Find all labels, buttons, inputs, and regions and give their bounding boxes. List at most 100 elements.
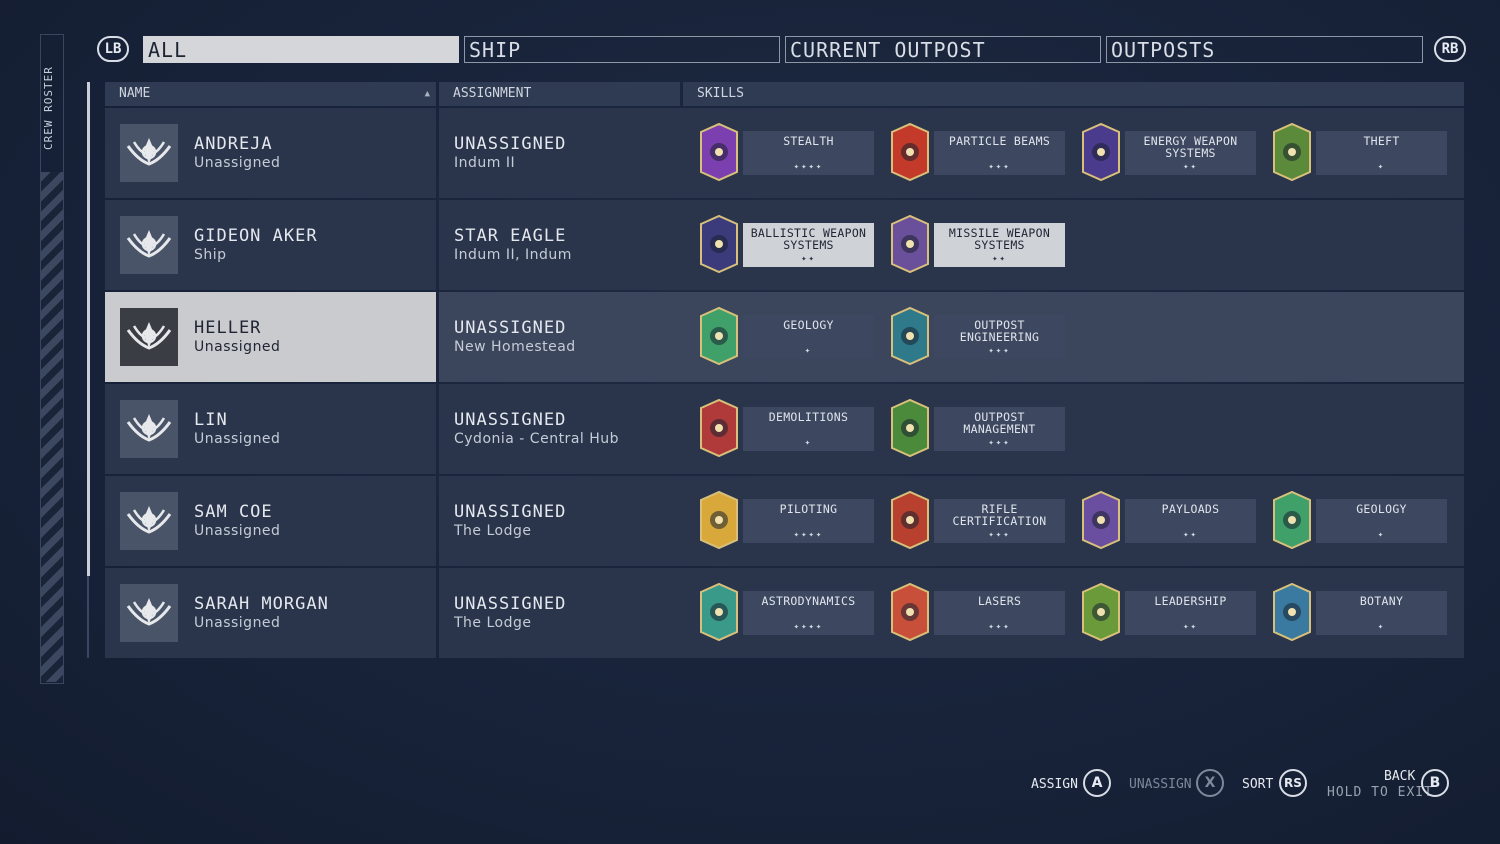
crew-name-cell[interactable]: HELLER Unassigned: [105, 292, 436, 382]
assignment-location: Indum II, Indum: [454, 247, 572, 263]
skill-card[interactable]: LASERS ✦✦✦: [888, 582, 1065, 644]
beam-burst-icon: [888, 122, 932, 182]
crew-assignment-cell[interactable]: UNASSIGNED Cydonia - Central Hub: [439, 384, 680, 474]
tab-outposts[interactable]: OUTPOSTS: [1106, 36, 1423, 63]
skill-card[interactable]: MISSILE WEAPON SYSTEMS ✦✦: [888, 214, 1065, 276]
crew-name-cell[interactable]: SARAH MORGAN Unassigned: [105, 568, 436, 658]
skill-rank-stars: ✦✦✦✦: [793, 162, 824, 172]
skill-card[interactable]: BOTANY ✦: [1270, 582, 1447, 644]
skill-label-box: MISSILE WEAPON SYSTEMS ✦✦: [934, 223, 1065, 267]
ballistic-ship-icon: [697, 214, 741, 274]
crossed-rifles-icon: [888, 490, 932, 550]
tab-ship[interactable]: SHIP: [464, 36, 780, 63]
crew-name-cell[interactable]: ANDREJA Unassigned: [105, 108, 436, 198]
scrollbar-thumb[interactable]: [87, 82, 90, 576]
crew-emblem-icon: [120, 584, 178, 642]
skill-card[interactable]: RIFLE CERTIFICATION ✦✦✦: [888, 490, 1065, 552]
crew-assignment-cell[interactable]: UNASSIGNED Indum II: [439, 108, 680, 198]
missile-planet-icon: [888, 214, 932, 274]
skill-card[interactable]: GEOLOGY ✦: [1270, 490, 1447, 552]
skill-label-box: ENERGY WEAPON SYSTEMS ✦✦: [1125, 131, 1256, 175]
skill-name: PILOTING: [779, 502, 838, 516]
assignment-title: STAR EAGLE: [454, 226, 567, 246]
skill-rank-stars: ✦✦: [1183, 162, 1198, 172]
crew-name-cell[interactable]: GIDEON AKER Ship: [105, 200, 436, 290]
hold-to-exit-label: HOLD TO EXIT: [1327, 785, 1433, 800]
skill-card[interactable]: BALLISTIC WEAPON SYSTEMS ✦✦: [697, 214, 874, 276]
crew-assignment-cell[interactable]: STAR EAGLE Indum II, Indum: [439, 200, 680, 290]
unassign-x-button[interactable]: X: [1196, 769, 1224, 797]
skill-label-box: ASTRODYNAMICS ✦✦✦✦: [743, 591, 874, 635]
skill-card[interactable]: ENERGY WEAPON SYSTEMS ✦✦: [1079, 122, 1256, 184]
assign-a-button[interactable]: A: [1083, 769, 1111, 797]
crew-row[interactable]: ANDREJA Unassigned UNASSIGNED Indum II STEAL…: [105, 108, 1464, 198]
assignment-title: UNASSIGNED: [454, 318, 567, 338]
skill-card[interactable]: DEMOLITIONS ✦: [697, 398, 874, 460]
assignment-title: UNASSIGNED: [454, 594, 567, 614]
crew-name: LIN: [194, 410, 228, 430]
outpost-base-icon: [888, 398, 932, 458]
skill-label-box: LASERS ✦✦✦: [934, 591, 1065, 635]
crew-name-cell[interactable]: SAM COE Unassigned: [105, 476, 436, 566]
crew-name: ANDREJA: [194, 134, 273, 154]
skill-label-box: RIFLE CERTIFICATION ✦✦✦: [934, 499, 1065, 543]
assignment-location: New Homestead: [454, 339, 576, 355]
skill-card[interactable]: GEOLOGY ✦: [697, 306, 874, 368]
skill-card[interactable]: ASTRODYNAMICS ✦✦✦✦: [697, 582, 874, 644]
crew-row[interactable]: HELLER Unassigned UNASSIGNED New Homestead G…: [105, 292, 1464, 382]
crew-assignment-cell[interactable]: UNASSIGNED The Lodge: [439, 568, 680, 658]
crew-name: GIDEON AKER: [194, 226, 318, 246]
sort-rs-button[interactable]: RS: [1279, 769, 1307, 797]
skill-rank-stars: ✦✦✦: [988, 346, 1011, 356]
assignment-location: Indum II: [454, 155, 516, 171]
skill-card[interactable]: OUTPOST MANAGEMENT ✦✦✦: [888, 398, 1065, 460]
crew-assignment-cell[interactable]: UNASSIGNED New Homestead: [439, 292, 680, 382]
skill-card[interactable]: LEADERSHIP ✦✦: [1079, 582, 1256, 644]
sort-arrow-icon: ▲: [424, 89, 430, 99]
skill-card[interactable]: PARTICLE BEAMS ✦✦✦: [888, 122, 1065, 184]
rb-bumper-button[interactable]: RB: [1434, 36, 1466, 62]
skill-card[interactable]: THEFT ✦: [1270, 122, 1447, 184]
skill-rank-stars: ✦✦✦✦: [793, 622, 824, 632]
crew-status: Unassigned: [194, 431, 281, 447]
skill-name: OUTPOST ENGINEERING: [959, 318, 1040, 344]
flower-icon: [1270, 582, 1314, 642]
lb-bumper-button[interactable]: LB: [97, 36, 129, 62]
skill-card[interactable]: OUTPOST ENGINEERING ✦✦✦: [888, 306, 1065, 368]
skill-card[interactable]: PILOTING ✦✦✦✦: [697, 490, 874, 552]
crew-status: Ship: [194, 247, 227, 263]
assign-label: ASSIGN: [1031, 777, 1078, 792]
skill-card[interactable]: STEALTH ✦✦✦✦: [697, 122, 874, 184]
roster-hatch-decoration: [41, 172, 63, 682]
crystal-icon: [697, 306, 741, 366]
skill-name: STEALTH: [783, 134, 834, 148]
skill-card[interactable]: PAYLOADS ✦✦: [1079, 490, 1256, 552]
column-header-skills[interactable]: SKILLS: [683, 82, 1464, 106]
crew-row[interactable]: LIN Unassigned UNASSIGNED Cydonia - Central…: [105, 384, 1464, 474]
crew-row[interactable]: GIDEON AKER Ship STAR EAGLE Indum II, Indum…: [105, 200, 1464, 290]
crew-name-cell[interactable]: LIN Unassigned: [105, 384, 436, 474]
crew-row[interactable]: SARAH MORGAN Unassigned UNASSIGNED The Lodg…: [105, 568, 1464, 658]
crew-name: SAM COE: [194, 502, 273, 522]
skill-rank-stars: ✦✦: [1183, 622, 1198, 632]
tab-current-outpost[interactable]: CURRENT OUTPOST: [785, 36, 1101, 63]
skill-rank-stars: ✦✦✦: [988, 622, 1011, 632]
crew-status: Unassigned: [194, 155, 281, 171]
skill-name: BOTANY: [1359, 594, 1404, 608]
tab-all[interactable]: ALL: [143, 36, 459, 63]
crew-assignment-cell[interactable]: UNASSIGNED The Lodge: [439, 476, 680, 566]
scrollbar-track[interactable]: [87, 576, 89, 658]
skill-label-box: STEALTH ✦✦✦✦: [743, 131, 874, 175]
column-header-assignment[interactable]: ASSIGNMENT: [439, 82, 680, 106]
crew-emblem-icon: [120, 492, 178, 550]
assignment-location: The Lodge: [454, 523, 532, 539]
spaceship-icon: [697, 490, 741, 550]
crew-row[interactable]: SAM COE Unassigned UNASSIGNED The Lodge PILO…: [105, 476, 1464, 566]
energy-ship-icon: [1079, 122, 1123, 182]
crystal-icon: [1270, 490, 1314, 550]
back-b-button[interactable]: B: [1421, 769, 1449, 797]
flag-soldier-icon: [1079, 582, 1123, 642]
cat-assassin-icon: [697, 122, 741, 182]
column-header-name[interactable]: NAME ▲: [105, 82, 436, 106]
skill-rank-stars: ✦: [804, 346, 813, 356]
